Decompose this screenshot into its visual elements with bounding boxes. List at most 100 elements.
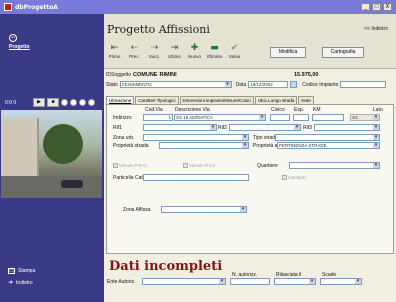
delete-label: Elimina xyxy=(207,54,222,59)
first-button[interactable]: ⇤ Primo xyxy=(106,43,123,59)
cat-spec-checkbox[interactable]: Cat.Spec xyxy=(282,175,307,180)
stato-row: Stato CENSIMENTO Data 18/12/2002 Codice … xyxy=(106,81,387,88)
stop-button[interactable]: ■ xyxy=(47,98,59,107)
incomplete-data-message: Dati incompleti xyxy=(109,259,223,274)
quartiere-select[interactable] xyxy=(289,162,380,169)
header: Progetto Affissioni << Indietro ⇤ Primo ⇠… xyxy=(104,14,396,69)
back-link[interactable]: << Indietro xyxy=(364,26,388,32)
prev-label: Prec. xyxy=(129,54,140,59)
particella-label: Particella Cat. xyxy=(113,175,145,181)
vincolo-pts-label: Vincolo P.T.S. xyxy=(189,163,217,168)
tipo-strada-select[interactable] xyxy=(275,134,380,141)
civico-field[interactable] xyxy=(270,114,290,121)
vincolo-prg-checkbox[interactable]: Vincolo P.R.G. xyxy=(113,163,148,168)
record-number: 15.975,00 xyxy=(294,72,319,78)
km-field[interactable] xyxy=(312,114,344,121)
zona-affissa-select[interactable] xyxy=(161,206,247,213)
esp-field[interactable] xyxy=(293,114,309,121)
play-button[interactable]: ▶ xyxy=(33,98,45,107)
window-controls: _ □ X xyxy=(361,3,392,11)
zona-urb-label: Zona urb. xyxy=(113,135,135,141)
next-button[interactable]: ⇢ Succ. xyxy=(146,43,163,59)
ente-select[interactable] xyxy=(142,278,226,285)
n-autorizz-field[interactable] xyxy=(230,278,270,285)
stato-select[interactable]: CENSIMENTO xyxy=(119,81,232,88)
rif2-label: Rif2 xyxy=(218,125,227,131)
indietro-label: Indietro xyxy=(16,279,33,286)
stampa-label: Stampa xyxy=(18,268,36,274)
photo-tree xyxy=(43,124,83,164)
particella-field[interactable] xyxy=(143,174,249,181)
media-timecode: 0:0 0 xyxy=(5,100,17,106)
rif2-select[interactable] xyxy=(229,124,301,131)
col-lato: Lato xyxy=(373,107,383,113)
last-button[interactable]: ⇥ Ultimo xyxy=(166,43,183,59)
tab-bar: Ubicazione Caratteri Tipologici Dimensio… xyxy=(106,96,315,104)
zona-affissa-label: Zona Affissa xyxy=(123,207,151,213)
calendar-icon[interactable] xyxy=(290,81,298,88)
circle-arrow-icon[interactable]: ⇦ xyxy=(9,34,17,42)
vincolo-prg-label: Vincolo P.R.G. xyxy=(119,163,148,168)
col-civico: Civico xyxy=(271,107,285,113)
prev-button[interactable]: ⇠ Prec. xyxy=(126,43,143,59)
save-button[interactable]: ✔ Salva xyxy=(226,43,243,59)
checkbox-box xyxy=(183,163,188,168)
rif3-select[interactable] xyxy=(314,124,380,131)
media-dot-4[interactable] xyxy=(88,99,95,106)
progetto-link[interactable]: Progetto xyxy=(9,44,30,50)
media-dot-1[interactable] xyxy=(61,99,68,106)
main-area: Progetto Affissioni << Indietro ⇤ Primo ⇠… xyxy=(104,14,396,302)
data-field[interactable]: 18/12/2002 xyxy=(248,81,289,88)
indirizzo-label: Indirizzo xyxy=(113,115,132,121)
photo-road xyxy=(1,176,102,198)
close-button[interactable]: X xyxy=(383,3,392,11)
media-controls: ▶ ■ xyxy=(33,98,95,107)
comune-value: RIMINI xyxy=(159,72,177,78)
stampa-link[interactable]: ▭ Stampa xyxy=(8,268,35,274)
last-label: Ultimo xyxy=(168,54,181,59)
rif1-label: Rif1 xyxy=(113,125,122,131)
maximize-button[interactable]: □ xyxy=(372,3,381,11)
proprieta-strada-label: Proprietà strada xyxy=(113,143,149,149)
comune-label: COMUNE xyxy=(133,72,158,78)
page-title: Progetto Affissioni xyxy=(107,23,210,36)
modifica-button[interactable]: Modifica xyxy=(270,47,306,58)
minimize-button[interactable]: _ xyxy=(361,3,370,11)
codice-field[interactable] xyxy=(340,81,387,88)
col-cod-via: Cod.Via xyxy=(145,107,163,113)
proprieta-area-select[interactable]: PERTINENZA STRADE xyxy=(277,142,380,149)
save-label: Salva xyxy=(228,54,241,59)
id-label: IDSoggetto xyxy=(106,72,132,78)
new-label: Nuovo xyxy=(187,54,201,59)
first-icon: ⇤ xyxy=(110,43,119,53)
delete-icon: ▬ xyxy=(210,43,219,53)
footer-panel: Dati incompleti Ente Autoriz. N. autoriz… xyxy=(104,255,396,302)
rif3-label: Rif3 xyxy=(303,125,312,131)
tab-ubicazione[interactable]: Ubicazione xyxy=(106,96,135,104)
record-id-row: IDSoggetto COMUNE RIMINI xyxy=(106,72,177,78)
first-label: Primo xyxy=(108,54,121,59)
descrizione-via-select[interactable]: SS 16 ADRIATICA xyxy=(174,114,266,121)
cod-via-field[interactable]: 1 xyxy=(143,114,173,121)
cartografia-button[interactable]: Cartografia xyxy=(322,47,364,58)
indietro-link[interactable]: ➜ Indietro xyxy=(8,279,33,287)
zona-urb-select[interactable] xyxy=(143,134,249,141)
vincolo-pts-checkbox[interactable]: Vincolo P.T.S. xyxy=(183,163,216,168)
tab-dimensioni[interactable]: Dimensioni impianto/Misure/Colori xyxy=(179,96,254,104)
tab-caratteri-tipologici[interactable]: Caratteri Tipologici xyxy=(135,96,179,104)
codice-label: Codice Impianto xyxy=(302,81,339,88)
lato-select[interactable]: SX xyxy=(350,114,380,121)
delete-button[interactable]: ▬ Elimina xyxy=(206,43,223,59)
media-dot-2[interactable] xyxy=(70,99,77,106)
tab-ubic-lungo-strada[interactable]: Ubic.Lungo strada xyxy=(254,96,298,104)
tab-note[interactable]: Note xyxy=(298,96,314,104)
proprieta-strada-select[interactable] xyxy=(159,142,249,149)
new-button[interactable]: ✚ Nuovo xyxy=(186,43,203,59)
rif1-select[interactable] xyxy=(143,124,217,131)
rilasciata-field[interactable] xyxy=(274,278,316,285)
media-dot-3[interactable] xyxy=(79,99,86,106)
cat-spec-label: Cat.Spec xyxy=(288,175,307,180)
ente-label: Ente Autoriz. xyxy=(107,279,136,285)
new-icon: ✚ xyxy=(190,43,199,53)
scade-field[interactable] xyxy=(320,278,362,285)
